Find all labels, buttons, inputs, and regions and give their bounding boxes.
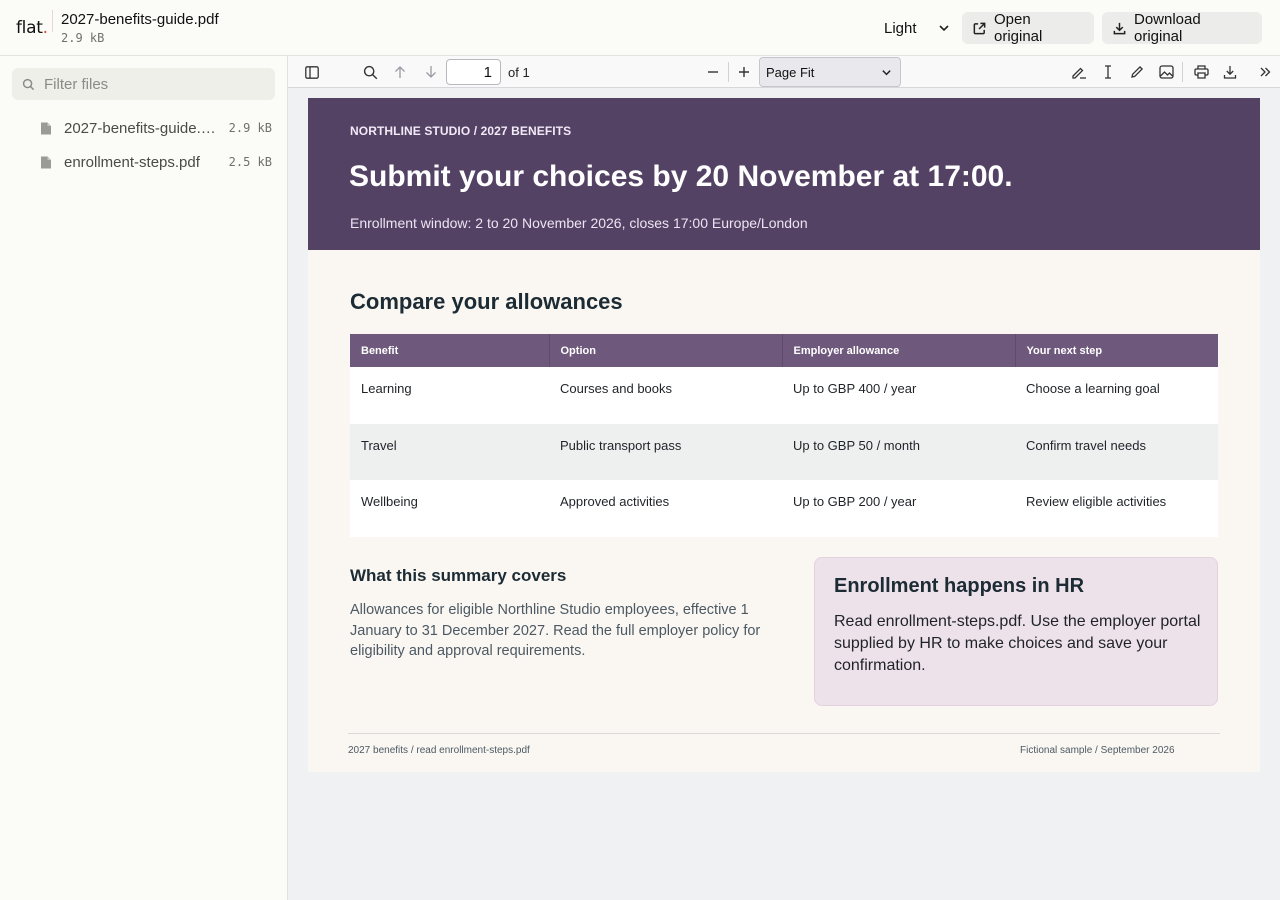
table-header-cell: Benefit xyxy=(350,334,550,367)
hr-callout-title: Enrollment happens in HR xyxy=(834,575,1085,597)
file-name: 2027-benefits-guide.pdf xyxy=(64,119,219,137)
save-icon[interactable] xyxy=(1220,62,1240,82)
top-bar: flat. 2027-benefits-guide.pdf 2.9 kB Lig… xyxy=(0,0,1280,56)
file-name: enrollment-steps.pdf xyxy=(64,153,200,171)
zoom-select[interactable]: Page Fit xyxy=(759,57,901,87)
file-icon xyxy=(41,156,51,168)
download-icon xyxy=(1113,22,1126,34)
brand-divider xyxy=(52,10,53,32)
hr-callout-card: Enrollment happens in HR Read enrollment… xyxy=(814,557,1218,706)
hero-banner: NORTHLINE STUDIO / 2027 BENEFITS Submit … xyxy=(308,98,1260,250)
print-icon[interactable] xyxy=(1191,62,1211,82)
more-tools-icon[interactable] xyxy=(1255,62,1275,82)
table-cell: Up to GBP 400 / year xyxy=(782,367,1015,424)
toolbar-divider xyxy=(728,62,729,82)
zoom-out-icon[interactable] xyxy=(703,62,723,82)
filter-box[interactable] xyxy=(12,68,275,100)
search-icon[interactable] xyxy=(360,62,380,82)
table-header-row: Benefit Option Employer allowance Your n… xyxy=(350,334,1218,367)
table-cell: Approved activities xyxy=(549,480,782,537)
table-cell: Up to GBP 50 / month xyxy=(782,423,1015,480)
table-header-cell: Employer allowance xyxy=(782,334,1016,367)
brand-logo[interactable]: flat. xyxy=(16,18,48,38)
brand-dot: . xyxy=(42,18,48,38)
open-original-button[interactable]: Open original xyxy=(962,11,1094,45)
table-cell: Courses and books xyxy=(549,367,782,424)
arrow-down-icon[interactable] xyxy=(421,62,441,82)
pencil-icon[interactable] xyxy=(1127,62,1147,82)
table-row: Wellbeing Approved activities Up to GBP … xyxy=(350,480,1218,537)
file-title: 2027-benefits-guide.pdf xyxy=(61,11,219,28)
download-original-button[interactable]: Download original xyxy=(1102,11,1262,45)
sidebar-toggle-icon[interactable] xyxy=(302,62,322,82)
file-sidebar: 2027-benefits-guide.pdf 2.9 kB enrollmen… xyxy=(0,56,288,900)
arrow-up-icon[interactable] xyxy=(390,62,410,82)
image-icon[interactable] xyxy=(1156,62,1176,82)
table-cell: Learning xyxy=(350,367,549,424)
open-original-label: Open original xyxy=(994,11,1043,45)
summary-title: What this summary covers xyxy=(350,566,567,585)
search-icon xyxy=(22,78,35,90)
footer-right-text: Fictional sample / September 2026 xyxy=(1020,745,1175,756)
document-headline: Submit your choices by 20 November at 17… xyxy=(349,160,1013,193)
file-list-item[interactable]: enrollment-steps.pdf 2.5 kB xyxy=(40,149,272,175)
summary-text: Allowances for eligible Northline Studio… xyxy=(350,602,761,660)
theme-select-value: Light xyxy=(884,19,917,37)
enrollment-window: Enrollment window: 2 to 20 November 2026… xyxy=(350,215,808,231)
hr-callout-text: Read enrollment-steps.pdf. Use the emplo… xyxy=(834,613,1201,674)
download-original-label: Download original xyxy=(1134,11,1201,45)
table-row: Travel Public transport pass Up to GBP 5… xyxy=(350,423,1218,480)
file-size-label: 2.5 kB xyxy=(228,155,272,169)
zoom-in-icon[interactable] xyxy=(734,62,754,82)
zoom-select-value: Page Fit xyxy=(766,64,815,80)
page-number-input[interactable] xyxy=(446,59,501,85)
table-cell: Travel xyxy=(350,423,549,480)
document-kicker: NORTHLINE STUDIO / 2027 BENEFITS xyxy=(350,124,572,138)
table-cell: Confirm travel needs xyxy=(1015,423,1218,480)
file-icon xyxy=(41,122,51,134)
footer-left-text: 2027 benefits / read enrollment-steps.pd… xyxy=(348,745,530,756)
table-cell: Up to GBP 200 / year xyxy=(782,480,1015,537)
text-cursor-icon[interactable] xyxy=(1098,62,1118,82)
table-header-cell: Option xyxy=(549,334,783,367)
table-row: Learning Courses and books Up to GBP 400… xyxy=(350,367,1218,424)
allowances-table: Benefit Option Employer allowance Your n… xyxy=(350,334,1218,537)
page-count: of 1 xyxy=(508,65,530,80)
chevron-down-icon xyxy=(882,69,891,75)
table-cell: Choose a learning goal xyxy=(1015,367,1218,424)
footer-divider xyxy=(348,733,1220,734)
table-header-cell: Your next step xyxy=(1015,334,1218,367)
filter-files-input[interactable] xyxy=(44,75,254,93)
highlight-icon[interactable] xyxy=(1069,62,1089,82)
table-cell: Public transport pass xyxy=(549,423,782,480)
table-cell: Wellbeing xyxy=(350,480,549,537)
chevron-down-icon xyxy=(939,25,949,32)
section-title: Compare your allowances xyxy=(350,289,623,314)
toolbar-divider xyxy=(1182,62,1183,82)
file-size-label: 2.9 kB xyxy=(228,121,272,135)
theme-select[interactable]: Light xyxy=(876,14,956,42)
external-link-icon xyxy=(973,22,986,34)
pdf-page: NORTHLINE STUDIO / 2027 BENEFITS Submit … xyxy=(308,98,1260,772)
pdf-toolbar: of 1 Page Fit xyxy=(288,56,1280,88)
brand-name: flat xyxy=(16,18,43,38)
file-size: 2.9 kB xyxy=(61,31,105,45)
file-list-item[interactable]: 2027-benefits-guide.pdf 2.9 kB xyxy=(40,115,272,141)
table-cell: Review eligible activities xyxy=(1015,480,1218,537)
